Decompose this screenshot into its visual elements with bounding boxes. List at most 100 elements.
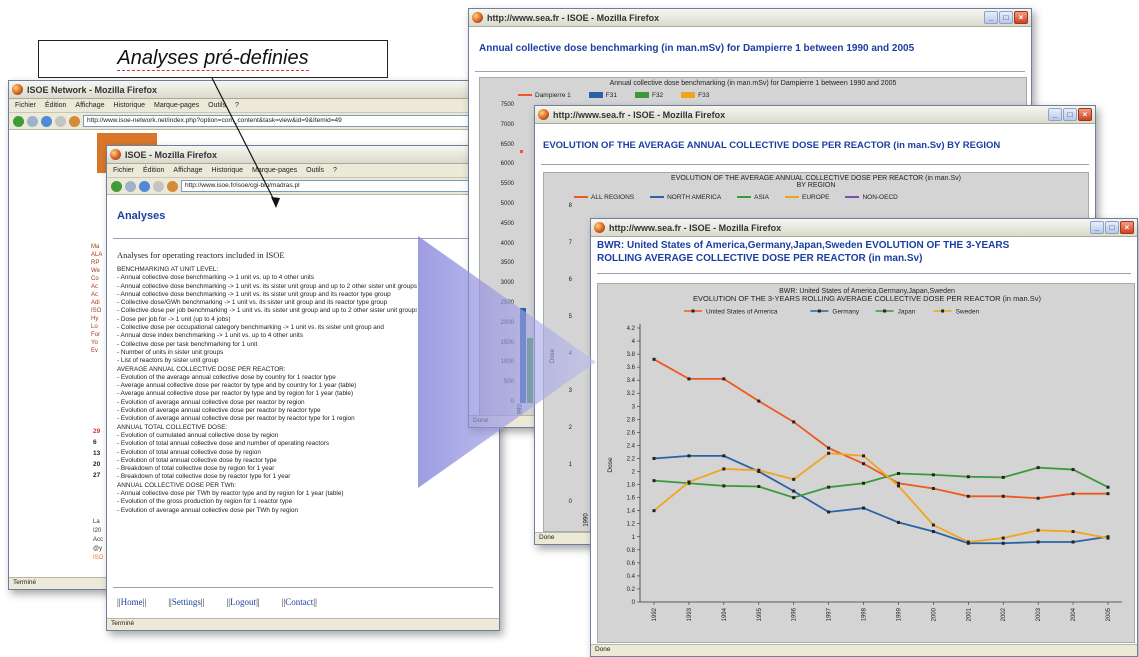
home-link[interactable]: Home: [121, 597, 143, 607]
legend-label: F33: [698, 92, 710, 99]
analysis-item[interactable]: - Evolution of total annual collective d…: [117, 457, 417, 465]
bwr-line-chart: BWR: United States of America,Germany,Ja…: [607, 288, 1122, 621]
data-point: [722, 377, 726, 381]
window-title: ISOE Network - Mozilla Firefox: [27, 84, 158, 95]
analysis-list: BENCHMARKING AT UNIT LEVEL: - Annual coll…: [117, 266, 417, 515]
analysis-item[interactable]: - Evolution of average annual collective…: [117, 415, 417, 423]
stop-icon[interactable]: [55, 115, 66, 127]
analysis-item[interactable]: - List of reactors by sister unit group: [117, 357, 417, 365]
analysis-item[interactable]: - Annual dose index benchmarking -> 1 un…: [117, 332, 417, 340]
titlebar[interactable]: http://www.sea.fr - ISOE - Mozilla Firef…: [591, 219, 1137, 237]
analysis-item[interactable]: - Evolution of average annual collective…: [117, 399, 417, 407]
analysis-item[interactable]: - Evolution of cumulated annual collecti…: [117, 432, 417, 440]
legend-label: Sweden: [956, 309, 980, 316]
logout-link[interactable]: Logout: [230, 597, 256, 607]
legend-label: Dampierre 1: [535, 92, 571, 99]
point-dampierre: [520, 150, 523, 153]
data-point: [1036, 540, 1040, 544]
analysis-item[interactable]: - Evolution of average annual collective…: [117, 407, 417, 415]
menu-item-help[interactable]: ?: [333, 167, 337, 174]
analysis-item[interactable]: - Collective dose per task benchmarking …: [117, 341, 417, 349]
analysis-item[interactable]: - Annual collective dose benchmarking ->…: [117, 291, 417, 299]
titlebar[interactable]: ISOE - Mozilla Firefox: [107, 146, 499, 164]
menu-item-tools[interactable]: Outils: [208, 102, 226, 109]
reload-icon[interactable]: [41, 115, 52, 127]
minimize-button[interactable]: _: [1090, 221, 1104, 234]
close-button[interactable]: ×: [1078, 108, 1092, 121]
data-point: [896, 520, 900, 524]
url-field[interactable]: http://www.isoe.fr/isoe/cgi-bin/madras.p…: [181, 180, 495, 192]
analysis-item[interactable]: - Evolution of the gross production by r…: [117, 498, 417, 506]
callout-label: Analyses pré-definies: [117, 47, 309, 71]
stop-icon[interactable]: [153, 180, 164, 192]
back-icon[interactable]: [111, 180, 122, 192]
forward-icon[interactable]: [125, 180, 136, 192]
analysis-item[interactable]: - Evolution of average annual collective…: [117, 507, 417, 515]
window-title: http://www.sea.fr - ISOE - Mozilla Firef…: [487, 12, 660, 23]
menu-item-edit[interactable]: Édition: [143, 167, 164, 174]
analysis-item[interactable]: - Dose per job for -> 1 unit (up to 4 jo…: [117, 316, 417, 324]
legend-marker: [941, 309, 945, 313]
maximize-button[interactable]: □: [1063, 108, 1077, 121]
analysis-item[interactable]: - Average annual collective dose per rea…: [117, 390, 417, 398]
menu-item-help[interactable]: ?: [235, 102, 239, 109]
analysis-item[interactable]: - Breakdown of total collective dose by …: [117, 465, 417, 473]
analysis-item[interactable]: - Evolution of total annual collective d…: [117, 440, 417, 448]
close-button[interactable]: ×: [1120, 221, 1134, 234]
minimize-button[interactable]: _: [1048, 108, 1062, 121]
analysis-item[interactable]: - Annual collective dose benchmarking ->…: [117, 283, 417, 291]
chart-subtitle: BY REGION: [796, 182, 836, 189]
data-point: [966, 475, 970, 479]
menu-item-file[interactable]: Fichier: [15, 102, 36, 109]
analysis-item[interactable]: - Number of units in sister unit groups: [117, 349, 417, 357]
menu-item-bookmarks[interactable]: Marque-pages: [252, 167, 297, 174]
titlebar[interactable]: ISOE Network - Mozilla Firefox: [9, 81, 477, 99]
analysis-item[interactable]: - Annual collective dose benchmarking ->…: [117, 274, 417, 282]
legend-item: Dampierre 1: [518, 92, 571, 99]
maximize-button[interactable]: □: [999, 11, 1013, 24]
url-field[interactable]: http://www.isoe-network.net/index.php?op…: [83, 115, 473, 127]
navigation-toolbar: http://www.isoe.fr/isoe/cgi-bin/madras.p…: [107, 178, 499, 195]
menu-item-history[interactable]: Historique: [113, 102, 145, 109]
analysis-item[interactable]: - Collective dose/GWh benchmarking -> 1 …: [117, 299, 417, 307]
menu-item-edit[interactable]: Édition: [45, 102, 66, 109]
data-point: [792, 420, 796, 424]
data-point: [1036, 496, 1040, 500]
minimize-button[interactable]: _: [984, 11, 998, 24]
window-isoe-analyses[interactable]: ISOE - Mozilla Firefox Fichier Édition A…: [106, 145, 500, 631]
menu-item-view[interactable]: Affichage: [173, 167, 202, 174]
y-tick-label: 1.8: [627, 483, 636, 489]
menu-item-bookmarks[interactable]: Marque-pages: [154, 102, 199, 109]
data-point: [652, 509, 656, 513]
analysis-item[interactable]: - Collective dose per job benchmarking -…: [117, 307, 417, 315]
analysis-item[interactable]: - Collective dose per occupational categ…: [117, 324, 417, 332]
back-icon[interactable]: [13, 115, 24, 127]
menu-item-tools[interactable]: Outils: [306, 167, 324, 174]
titlebar[interactable]: http://www.sea.fr - ISOE - Mozilla Firef…: [469, 9, 1031, 27]
analysis-item[interactable]: - Average annual collective dose per rea…: [117, 382, 417, 390]
data-point: [687, 377, 691, 381]
analysis-item[interactable]: - Evolution of the average annual collec…: [117, 374, 417, 382]
menu-item-view[interactable]: Affichage: [75, 102, 104, 109]
reload-icon[interactable]: [139, 180, 150, 192]
home-icon[interactable]: [167, 180, 178, 192]
maximize-button[interactable]: □: [1105, 221, 1119, 234]
legend-marker: [883, 309, 887, 313]
menu-item-history[interactable]: Historique: [211, 167, 243, 174]
navigation-toolbar: http://www.isoe-network.net/index.php?op…: [9, 113, 477, 130]
analysis-item[interactable]: - Breakdown of total collective dose by …: [117, 473, 417, 481]
analysis-item[interactable]: - Annual collective dose per TWh by reac…: [117, 490, 417, 498]
close-button[interactable]: ×: [1014, 11, 1028, 24]
menu-item-file[interactable]: Fichier: [113, 167, 134, 174]
x-tick-label: 2004: [1071, 607, 1077, 621]
window-bwr-chart[interactable]: http://www.sea.fr - ISOE - Mozilla Firef…: [590, 218, 1138, 657]
forward-icon[interactable]: [27, 115, 38, 127]
contact-link[interactable]: Contact: [285, 597, 313, 607]
y-tick-label: 7500: [500, 102, 514, 108]
titlebar[interactable]: http://www.sea.fr - ISOE - Mozilla Firef…: [535, 106, 1095, 124]
settings-link[interactable]: Settings: [172, 597, 201, 607]
data-point: [931, 530, 935, 534]
analysis-item[interactable]: - Evolution of total annual collective d…: [117, 449, 417, 457]
home-icon[interactable]: [69, 115, 80, 127]
y-tick-label: 2.8: [627, 417, 636, 423]
